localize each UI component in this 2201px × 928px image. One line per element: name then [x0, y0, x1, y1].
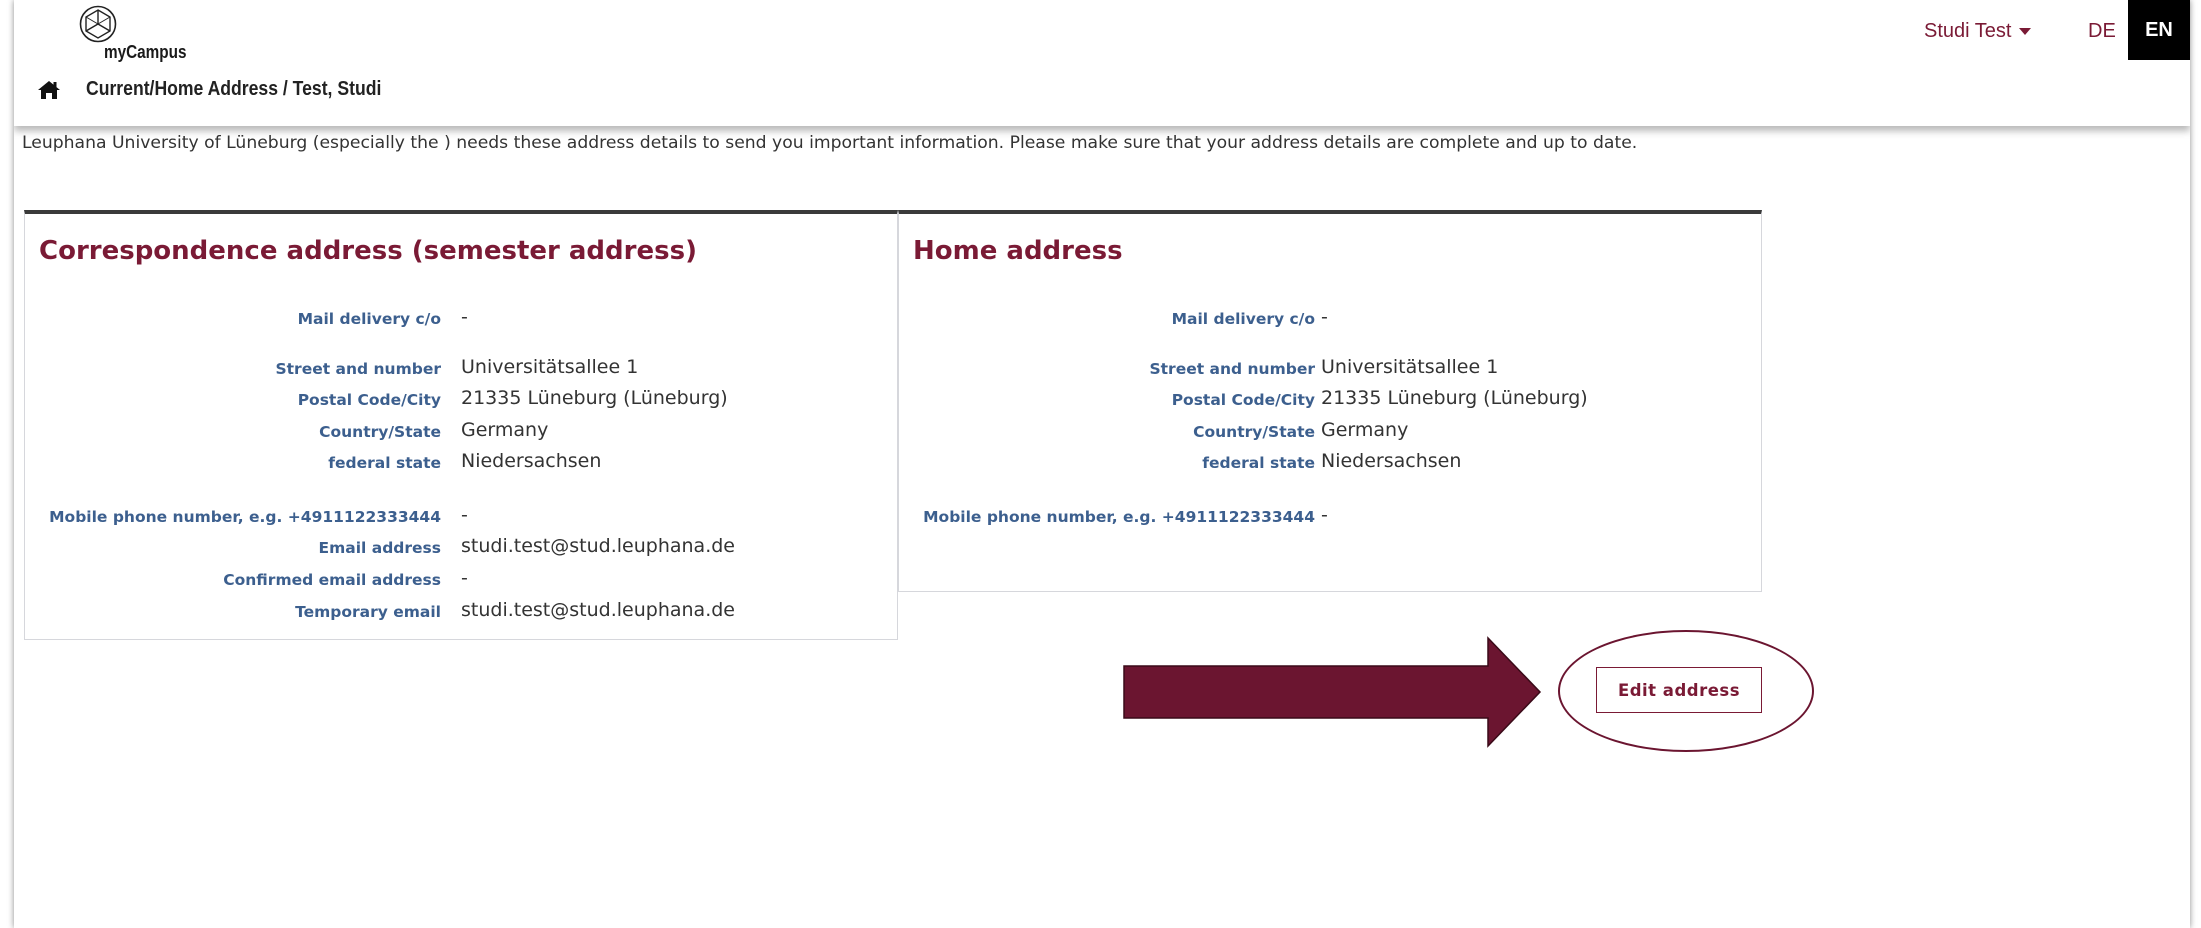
card-title: Home address	[913, 236, 1123, 266]
breadcrumb: Current/Home Address / Test, Studi	[86, 78, 382, 100]
home-address-card: Home address Mail delivery c/o - Street …	[898, 210, 1762, 592]
field-value: -	[1321, 504, 1328, 526]
browser-page: myCampus Current/Home Address / Test, St…	[14, 0, 2190, 928]
field-value: 21335 Lüneburg (Lüneburg)	[1321, 387, 1588, 409]
field-label: Mail delivery c/o	[1171, 310, 1315, 328]
cube-logo-icon	[79, 5, 117, 43]
field-label: Email address	[318, 539, 441, 557]
field-label: Street and number	[1149, 360, 1315, 378]
field-value: studi.test@stud.leuphana.de	[461, 535, 735, 557]
field-value: studi.test@stud.leuphana.de	[461, 599, 735, 621]
annotation-arrow-icon	[1123, 636, 1542, 748]
home-icon[interactable]	[37, 80, 61, 100]
field-value: Germany	[1321, 419, 1409, 441]
field-value: -	[461, 504, 468, 526]
field-label: Mobile phone number, e.g. +4911122333444	[923, 508, 1315, 526]
field-value: Niedersachsen	[461, 450, 602, 472]
field-value: -	[1321, 306, 1328, 328]
correspondence-address-card: Correspondence address (semester address…	[24, 210, 898, 640]
field-label: federal state	[1202, 454, 1315, 472]
mycampus-logo[interactable]: myCampus	[76, 4, 186, 64]
intro-text: Leuphana University of Lüneburg (especia…	[22, 133, 1638, 153]
user-menu[interactable]: Studi Test	[1924, 20, 2032, 43]
field-value: Universitätsallee 1	[1321, 356, 1499, 378]
field-label: Street and number	[275, 360, 441, 378]
field-label: Mobile phone number, e.g. +4911122333444	[49, 508, 441, 526]
language-en-link[interactable]: EN	[2128, 0, 2190, 60]
caret-down-icon	[2019, 28, 2032, 36]
field-label: Temporary email	[295, 603, 441, 621]
field-value: -	[461, 306, 468, 328]
field-label: Postal Code/City	[1171, 391, 1315, 409]
card-title: Correspondence address (semester address…	[39, 236, 697, 266]
top-header: myCampus Current/Home Address / Test, St…	[14, 0, 2190, 126]
field-label: Postal Code/City	[297, 391, 441, 409]
field-value: Germany	[461, 419, 549, 441]
field-label: Country/State	[319, 423, 441, 441]
field-label: Confirmed email address	[223, 571, 441, 589]
field-value: -	[461, 567, 468, 589]
field-value: 21335 Lüneburg (Lüneburg)	[461, 387, 728, 409]
field-value: Niedersachsen	[1321, 450, 1462, 472]
field-label: federal state	[328, 454, 441, 472]
language-de-link[interactable]: DE	[2088, 20, 2116, 43]
user-name: Studi Test	[1924, 20, 2012, 42]
logo-text: myCampus	[104, 42, 187, 62]
field-label: Country/State	[1193, 423, 1315, 441]
edit-address-button[interactable]: Edit address	[1596, 667, 1762, 713]
field-value: Universitätsallee 1	[461, 356, 639, 378]
field-label: Mail delivery c/o	[297, 310, 441, 328]
